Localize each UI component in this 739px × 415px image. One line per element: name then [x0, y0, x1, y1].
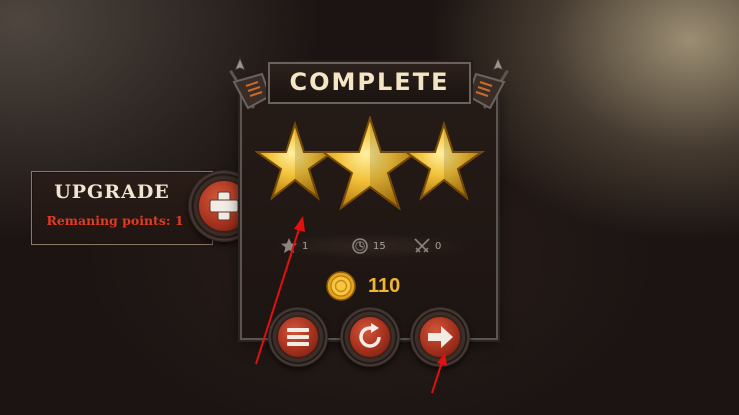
menu-icon [287, 328, 309, 346]
menu-button[interactable] [268, 307, 328, 367]
restart-button[interactable] [340, 307, 400, 367]
crossed-swords-icon [414, 238, 430, 253]
stat-time: 15 [351, 234, 386, 258]
header-plate: COMPLETE [268, 62, 471, 104]
star-icon-left [255, 120, 337, 201]
coin-amount: 110 [368, 274, 401, 297]
upgrade-title: UPGRADE [54, 181, 170, 203]
star-rating [255, 116, 485, 211]
star-icon-right [402, 120, 485, 201]
coin-reward: 110 [326, 270, 400, 302]
remaining-points-label: Remaning points: 1 [46, 213, 184, 228]
star-icon-center [319, 116, 421, 211]
arrow-right-icon [428, 326, 453, 348]
stat-stars: 1 [280, 234, 308, 258]
game-screen: UPGRADE Remaning points: 1 COMPLETE 1 15… [0, 0, 739, 415]
upgrade-panel: UPGRADE Remaning points: 1 [31, 171, 213, 245]
next-button[interactable] [410, 307, 470, 367]
stats-row: 1 15 0 [275, 234, 465, 258]
clock-icon [352, 238, 368, 254]
stat-stars-value: 1 [302, 240, 309, 252]
stat-time-value: 15 [373, 240, 386, 252]
stat-kills: 0 [413, 234, 441, 258]
stat-kills-value: 0 [435, 240, 442, 252]
restart-icon [359, 323, 381, 348]
page-title: COMPLETE [289, 68, 450, 96]
star-icon [281, 238, 297, 253]
gold-coin-icon [326, 271, 356, 301]
